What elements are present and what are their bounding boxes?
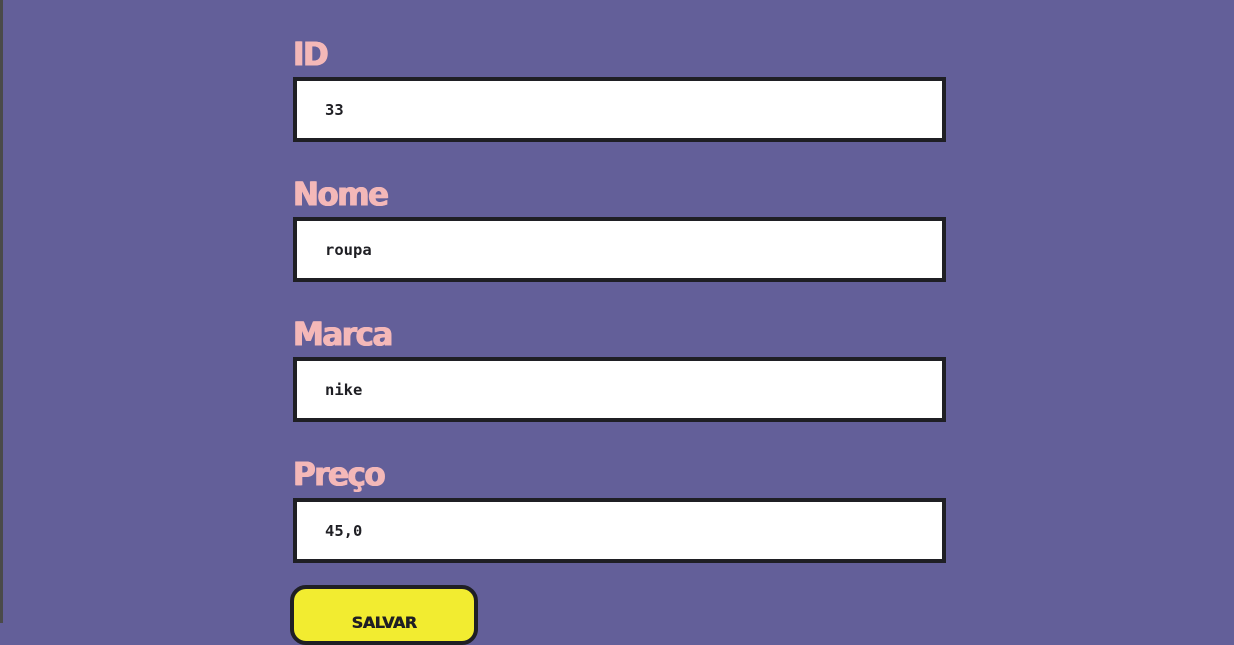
nome-input[interactable] [293,217,946,282]
marca-input[interactable] [293,357,946,422]
preco-input[interactable] [293,498,946,563]
preco-label: Preço [293,455,386,494]
nome-label: Nome [293,175,389,214]
marca-label: Marca [293,315,393,354]
save-button[interactable]: SALVAR [290,585,478,645]
id-label: ID [293,35,329,74]
id-input[interactable] [293,77,946,142]
window-left-edge [0,0,3,623]
